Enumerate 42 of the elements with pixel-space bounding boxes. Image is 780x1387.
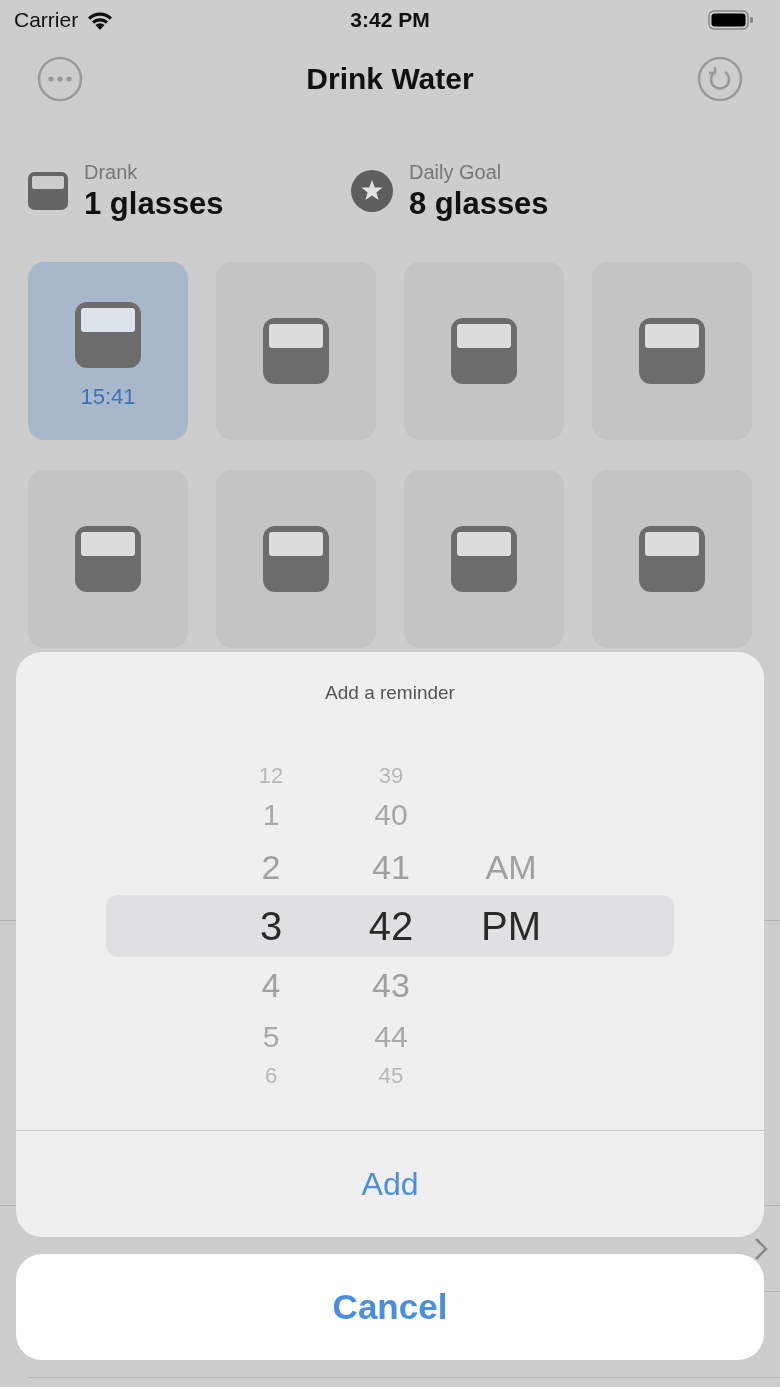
sheet-title: Add a reminder — [325, 682, 455, 704]
picker-value[interactable]: 41 — [372, 847, 410, 887]
screen-title: Drink Water — [306, 62, 474, 96]
glass-tile[interactable] — [216, 262, 376, 440]
add-button[interactable]: Add — [16, 1130, 764, 1237]
glass-icon — [639, 318, 705, 384]
glass-icon — [75, 526, 141, 592]
stat-label: Daily Goal — [409, 160, 503, 184]
glass-icon — [451, 526, 517, 592]
glass-tile[interactable] — [28, 470, 188, 648]
glass-tile[interactable] — [592, 470, 752, 648]
drink-time: 15:41 — [80, 384, 136, 410]
glass-tile[interactable] — [216, 470, 376, 648]
glass-tile[interactable]: 15:41 — [28, 262, 188, 440]
picker-value[interactable]: PM — [481, 903, 541, 949]
picker-value[interactable]: 43 — [372, 965, 410, 1005]
glass-icon — [263, 526, 329, 592]
picker-value[interactable]: 40 — [374, 798, 408, 832]
clock-time: 3:42 PM — [349, 8, 431, 32]
picker-value[interactable]: 3 — [259, 903, 283, 949]
picker-value[interactable]: 44 — [374, 1020, 408, 1054]
glass-icon — [639, 526, 705, 592]
picker-value[interactable]: 5 — [262, 1020, 280, 1054]
cancel-button[interactable]: Cancel — [16, 1254, 764, 1360]
glass-icon — [28, 172, 68, 210]
picker-value[interactable]: AM — [485, 847, 537, 887]
picker-value[interactable]: 1 — [262, 798, 280, 832]
stat-value: 8 glasses — [409, 185, 549, 222]
glass-icon — [451, 318, 517, 384]
stat-value: 1 glasses — [84, 185, 224, 222]
glass-tile[interactable] — [404, 470, 564, 648]
stat-label: Drank — [84, 160, 139, 184]
picker-value[interactable]: 2 — [261, 847, 281, 887]
chevron-icon — [754, 1236, 768, 1261]
battery-icon — [708, 9, 754, 31]
glass-tile[interactable] — [592, 262, 752, 440]
glass-icon — [263, 318, 329, 384]
picker-value[interactable]: 4 — [261, 965, 281, 1005]
picker-value[interactable]: 42 — [368, 903, 414, 949]
carrier-name: Carrier — [14, 8, 79, 32]
glass-icon — [75, 302, 141, 368]
glass-tile[interactable] — [404, 262, 564, 440]
